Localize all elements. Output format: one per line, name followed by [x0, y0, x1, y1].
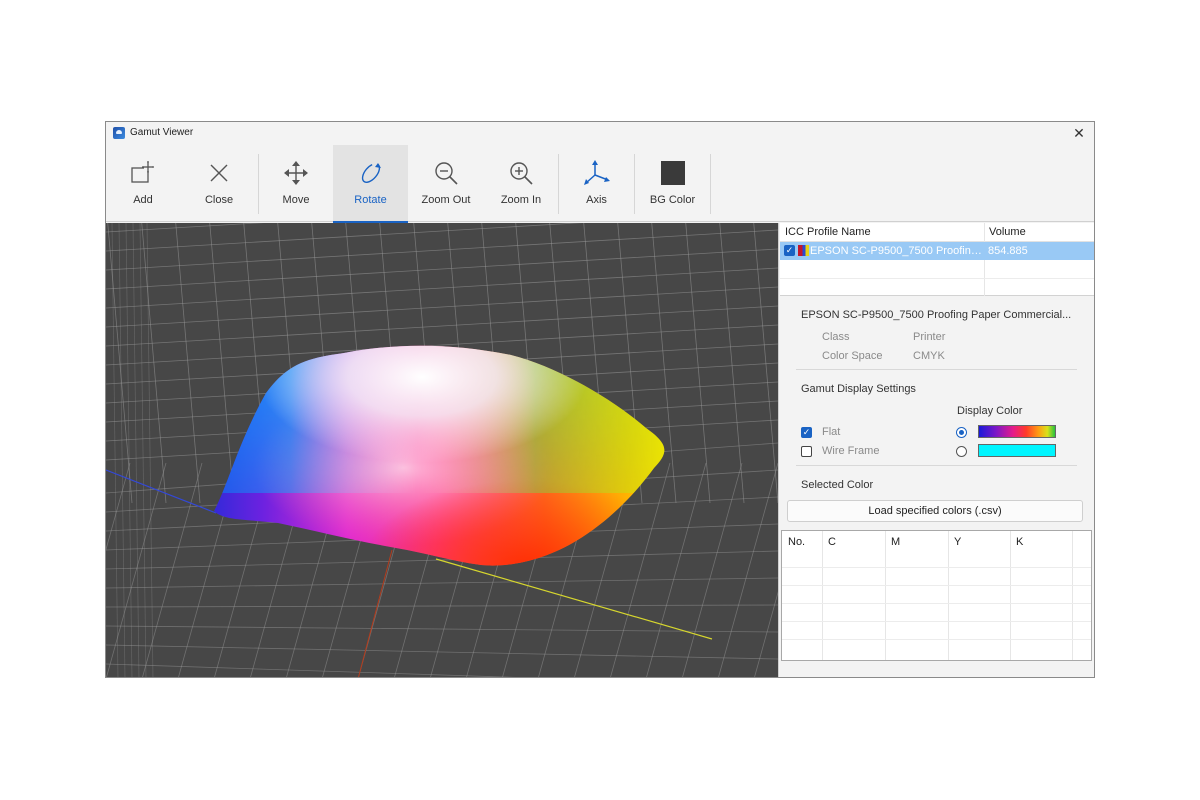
rotate-button[interactable]: Rotate — [333, 145, 408, 223]
window-close-button[interactable]: ✕ — [1070, 124, 1088, 142]
close-label: Close — [204, 194, 234, 206]
row-divider — [780, 278, 1094, 279]
divider — [796, 465, 1077, 466]
window-title: Gamut Viewer — [130, 127, 194, 138]
profile-color-swatch-icon — [798, 245, 809, 256]
profile-row[interactable]: ✓ EPSON SC-P9500_7500 Proofing ... 854.8… — [780, 242, 1094, 260]
gamut-settings-title: Gamut Display Settings — [801, 383, 916, 395]
wire-color-swatch[interactable] — [978, 444, 1056, 457]
class-value: Printer — [913, 331, 946, 343]
move-button[interactable]: Move — [259, 145, 333, 222]
gamut-3d-viewport[interactable] — [106, 223, 778, 677]
flat-color-radio[interactable] — [956, 427, 967, 438]
bg-color-swatch-icon — [660, 161, 685, 185]
row-divider — [782, 639, 1091, 640]
wire-frame-label: Wire Frame — [822, 445, 880, 457]
add-icon — [131, 161, 154, 183]
axis-button[interactable]: Axis — [559, 145, 634, 222]
column-header-c[interactable]: C — [822, 531, 836, 554]
row-divider — [782, 585, 1091, 586]
column-separator — [822, 531, 823, 660]
column-header-m[interactable]: M — [885, 531, 900, 554]
zoom-out-button[interactable]: Zoom Out — [408, 145, 484, 222]
zoom-out-label: Zoom Out — [421, 194, 471, 206]
app-icon — [113, 127, 125, 139]
title-bar: Gamut Viewer ✕ — [106, 122, 1094, 145]
toolbar-separator — [710, 154, 711, 214]
column-separator — [885, 531, 886, 660]
bg-color-button[interactable]: BG Color — [635, 145, 710, 222]
color-space-value: CMYK — [913, 350, 945, 362]
wire-frame-checkbox[interactable] — [801, 446, 812, 457]
column-separator — [948, 531, 949, 660]
flat-label: Flat — [822, 426, 841, 438]
gamut-3d-scene — [106, 223, 778, 677]
rotate-icon — [361, 163, 381, 183]
column-separator — [1072, 531, 1073, 660]
profile-row-name: EPSON SC-P9500_7500 Proofing ... — [810, 245, 982, 257]
color-space-label: Color Space — [822, 350, 883, 362]
row-divider — [782, 567, 1091, 568]
zoom-in-icon — [510, 162, 533, 185]
column-separator — [1010, 531, 1011, 660]
row-divider — [782, 603, 1091, 604]
toolbar: Add Close Move Rotate Zoom Out Zoom In A… — [106, 145, 1094, 223]
profile-row-volume: 854.885 — [988, 245, 1028, 257]
selected-colors-table: No. C M Y K — [781, 530, 1092, 661]
profile-panel: ICC Profile Name Volume ✓ EPSON SC-P9500… — [778, 223, 1094, 677]
flat-checkbox[interactable]: ✓ — [801, 427, 812, 438]
row-divider — [782, 621, 1091, 622]
display-color-label: Display Color — [957, 405, 1023, 417]
bg-color-label: BG Color — [649, 194, 696, 206]
zoom-in-label: Zoom In — [500, 194, 542, 206]
profile-table: ICC Profile Name Volume ✓ EPSON SC-P9500… — [780, 223, 1094, 296]
divider — [796, 369, 1077, 370]
axis-icon — [583, 160, 610, 185]
gamut-solid — [214, 345, 665, 566]
add-button[interactable]: Add — [106, 145, 180, 222]
column-header-volume[interactable]: Volume — [984, 223, 1094, 242]
move-icon — [284, 161, 308, 185]
profile-row-checkbox[interactable]: ✓ — [784, 245, 795, 256]
profile-full-name: EPSON SC-P9500_7500 Proofing Paper Comme… — [801, 309, 1072, 321]
class-label: Class — [822, 331, 850, 343]
rotate-label: Rotate — [354, 194, 387, 206]
column-header-y[interactable]: Y — [948, 531, 961, 554]
zoom-in-button[interactable]: Zoom In — [484, 145, 558, 222]
column-header-profile-name[interactable]: ICC Profile Name — [780, 223, 984, 242]
flat-color-gradient-swatch[interactable] — [978, 425, 1056, 438]
load-colors-button[interactable]: Load specified colors (.csv) — [787, 500, 1083, 522]
add-label: Add — [133, 194, 153, 206]
gamut-viewer-window: Gamut Viewer ✕ Add Close Move Rotate Zoo… — [105, 121, 1095, 678]
column-header-k[interactable]: K — [1010, 531, 1023, 554]
column-header-no[interactable]: No. — [782, 531, 805, 554]
close-icon — [210, 164, 228, 182]
move-label: Move — [282, 194, 310, 206]
wire-color-radio[interactable] — [956, 446, 967, 457]
axis-label: Axis — [586, 194, 607, 206]
close-button[interactable]: Close — [182, 145, 256, 222]
selected-color-title: Selected Color — [801, 479, 874, 491]
zoom-out-icon — [435, 162, 458, 185]
